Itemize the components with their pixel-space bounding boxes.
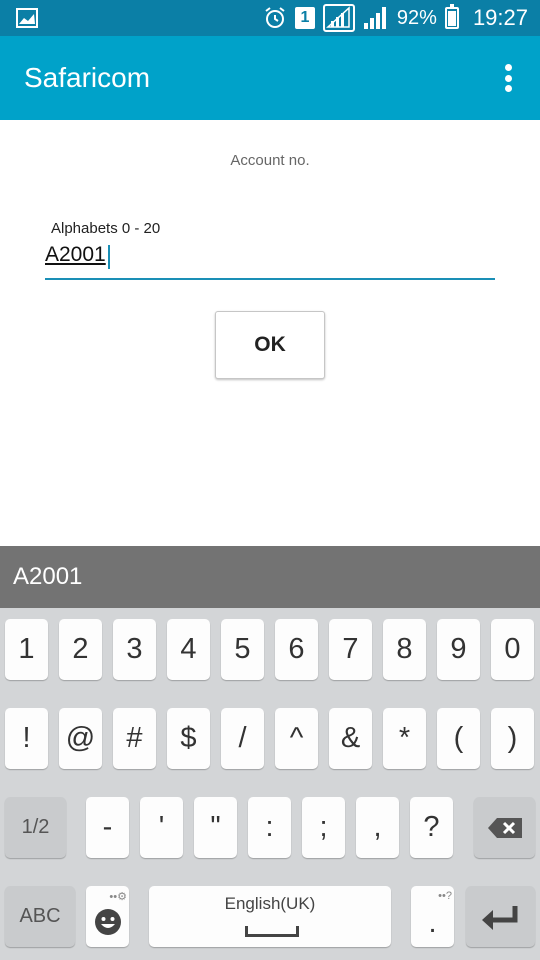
backspace-icon — [487, 817, 522, 838]
key-row1-3[interactable]: 4 — [167, 619, 210, 680]
battery-fill — [447, 11, 456, 26]
alarm-icon — [265, 7, 285, 28]
field-hint: Alphabets 0 - 20 — [51, 220, 161, 237]
space-key[interactable]: English(UK) — [149, 886, 391, 947]
key-row3-1[interactable]: ' — [140, 797, 183, 858]
key-row2-4[interactable]: / — [221, 708, 264, 769]
battery-percent: 92% — [396, 6, 437, 29]
sim-icon: 1 — [294, 7, 315, 29]
ok-button[interactable]: OK — [215, 311, 325, 379]
keyboard: 1234567890 ! @ # $ / ^ & *() 1/2 - ' ":;,? ABC ••… — [0, 608, 540, 960]
app-title: Safaricom — [24, 62, 151, 93]
space-bar-icon — [245, 926, 299, 937]
clock: 19:27 — [472, 5, 528, 30]
abc-key[interactable]: ABC — [5, 886, 75, 947]
battery-icon — [444, 4, 459, 29]
backspace-key[interactable] — [474, 797, 535, 858]
period-key[interactable]: ••? . — [411, 886, 454, 947]
suggestion-bar: A2001 — [0, 546, 540, 608]
key-row3-4[interactable]: ; — [302, 797, 345, 858]
signal-icon — [322, 4, 355, 32]
account-number-input[interactable]: A2001 — [45, 240, 495, 280]
key-row1-4[interactable]: 5 — [221, 619, 264, 680]
account-label: Account no. — [230, 152, 310, 169]
key-row2-5[interactable]: ^ — [275, 708, 318, 769]
emoji-icon — [94, 908, 121, 935]
key-row2-7[interactable]: * — [383, 708, 426, 769]
emoji-sublabel: ••⚙ — [109, 891, 127, 903]
key-row3-2[interactable]: " — [194, 797, 237, 858]
more-vert-icon[interactable] — [504, 64, 512, 92]
key-row2-9[interactable]: ) — [491, 708, 534, 769]
enter-icon — [481, 905, 517, 930]
key-row2-6[interactable]: & — [329, 708, 372, 769]
key-row2-0[interactable]: ! — [5, 708, 48, 769]
key-row1-5[interactable]: 6 — [275, 619, 318, 680]
key-row2-2[interactable]: # — [113, 708, 156, 769]
key-row1-6[interactable]: 7 — [329, 619, 372, 680]
input-value: A2001 — [45, 243, 106, 266]
key-row1-9[interactable]: 0 — [491, 619, 534, 680]
period-sublabel: ••? — [438, 890, 452, 902]
app-bar: Safaricom — [0, 36, 540, 120]
key-row1-0[interactable]: 1 — [5, 619, 48, 680]
key-row3-0[interactable]: - — [86, 797, 129, 858]
key-row2-3[interactable]: $ — [167, 708, 210, 769]
gallery-icon — [16, 8, 38, 28]
enter-key[interactable] — [466, 886, 535, 947]
signal-icon — [363, 7, 386, 29]
key-row2-1[interactable]: @ — [59, 708, 102, 769]
key-page-toggle[interactable]: 1/2 — [5, 797, 66, 858]
key-row3-5[interactable]: , — [356, 797, 399, 858]
emoji-key[interactable]: ••⚙ — [86, 886, 129, 947]
key-row2-8[interactable]: ( — [437, 708, 480, 769]
key-row1-7[interactable]: 8 — [383, 619, 426, 680]
key-row1-8[interactable]: 9 — [437, 619, 480, 680]
text-caret — [108, 245, 110, 269]
space-label: English(UK) — [224, 894, 316, 913]
key-row3-3[interactable]: : — [248, 797, 291, 858]
key-row1-2[interactable]: 3 — [113, 619, 156, 680]
key-row3-6[interactable]: ? — [410, 797, 453, 858]
key-row1-1[interactable]: 2 — [59, 619, 102, 680]
status-bar: 1 92% 19:27 — [0, 0, 540, 36]
suggestion-item[interactable]: A2001 — [13, 563, 82, 591]
